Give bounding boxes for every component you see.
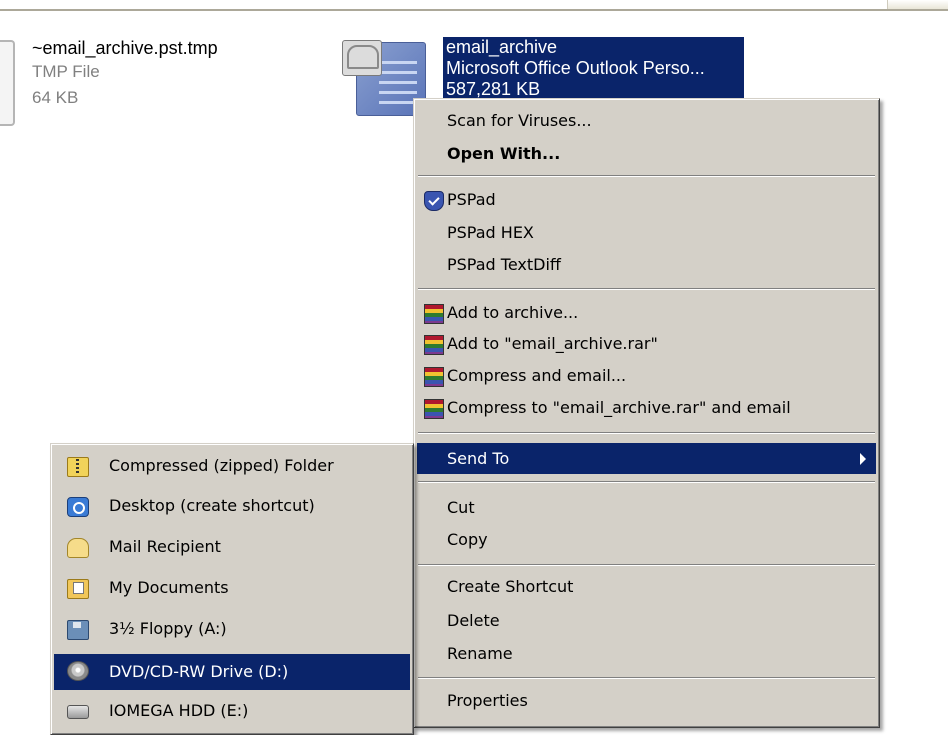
menu-separator (418, 175, 875, 177)
my-documents-icon (67, 579, 89, 599)
send-to-desktop[interactable]: Desktop (create shortcut) (54, 490, 410, 521)
menu-item-properties[interactable]: Properties (417, 685, 876, 716)
menu-item-scan-for-viruses[interactable]: Scan for Viruses... (417, 105, 876, 136)
menu-item-send-to[interactable]: Send To (417, 443, 876, 474)
file-size: 64 KB (32, 88, 79, 107)
menu-item-label: 3½ Floppy (A:) (109, 619, 227, 638)
menu-item-label: Cut (447, 498, 475, 517)
menu-item-label: Delete (447, 611, 500, 630)
floppy-drive-icon (67, 620, 89, 640)
menu-item-label: Send To (447, 449, 510, 468)
send-to-dvd-drive[interactable]: DVD/CD-RW Drive (D:) (54, 654, 410, 690)
menu-item-pspad-textdiff[interactable]: PSPad TextDiff (417, 249, 876, 280)
menu-item-label: Compress and email... (447, 366, 627, 385)
menu-item-label: Compressed (zipped) Folder (109, 456, 334, 475)
menu-separator (418, 677, 875, 679)
menu-item-label: Scan for Viruses... (447, 111, 592, 130)
menu-item-label: Mail Recipient (109, 537, 221, 556)
selected-file-label[interactable]: email_archive Microsoft Office Outlook P… (443, 37, 744, 100)
menu-item-pspad[interactable]: PSPad (417, 184, 876, 215)
menu-item-compress-to-rar-and-email[interactable]: Compress to "email_archive.rar" and emai… (417, 392, 876, 423)
menu-item-label: Create Shortcut (447, 577, 574, 596)
menu-item-label: DVD/CD-RW Drive (D:) (109, 662, 289, 681)
menu-item-open-with[interactable]: Open With... (417, 138, 876, 169)
context-menu: Scan for Viruses... Open With... PSPad P… (413, 98, 880, 728)
menu-item-label: Desktop (create shortcut) (109, 496, 315, 515)
file-size: 587,281 KB (446, 79, 541, 99)
file-type: TMP File (32, 62, 100, 81)
menu-item-label: Open With... (447, 144, 561, 163)
menu-item-label: Rename (447, 644, 513, 663)
menu-item-compress-and-email[interactable]: Compress and email... (417, 360, 876, 391)
mail-icon (67, 538, 89, 558)
menu-item-label: PSPad (447, 190, 496, 209)
hard-drive-icon (67, 705, 89, 719)
menu-item-label: Copy (447, 530, 488, 549)
send-to-iomega-hdd[interactable]: IOMEGA HDD (E:) (54, 695, 410, 726)
outlook-envelope-badge (342, 40, 382, 76)
menu-item-add-to-rar[interactable]: Add to "email_archive.rar" (417, 328, 876, 359)
winrar-icon (424, 335, 444, 355)
menu-item-label: PSPad HEX (447, 223, 534, 242)
menu-item-rename[interactable]: Rename (417, 638, 876, 669)
explorer-top-edge (0, 0, 948, 11)
send-to-floppy[interactable]: 3½ Floppy (A:) (54, 613, 410, 644)
send-to-mail-recipient[interactable]: Mail Recipient (54, 531, 410, 562)
menu-item-label: Add to "email_archive.rar" (447, 334, 658, 353)
menu-item-label: PSPad TextDiff (447, 255, 561, 274)
file-type: Microsoft Office Outlook Perso... (446, 58, 705, 78)
menu-item-create-shortcut[interactable]: Create Shortcut (417, 571, 876, 602)
file-name: email_archive (446, 37, 558, 57)
tmp-file-icon (0, 40, 15, 126)
winrar-icon (424, 399, 444, 419)
winrar-icon (424, 367, 444, 387)
send-to-my-documents[interactable]: My Documents (54, 572, 410, 603)
menu-item-label: IOMEGA HDD (E:) (109, 701, 249, 720)
send-to-compressed-folder[interactable]: Compressed (zipped) Folder (54, 450, 410, 481)
send-to-submenu: Compressed (zipped) Folder Desktop (crea… (50, 443, 414, 735)
menu-separator (418, 481, 875, 483)
menu-item-label: Add to archive... (447, 303, 579, 322)
pspad-icon (424, 191, 444, 211)
menu-item-pspad-hex[interactable]: PSPad HEX (417, 217, 876, 248)
menu-separator (418, 564, 875, 566)
winrar-icon (424, 304, 444, 324)
zipped-folder-icon (67, 457, 89, 477)
submenu-arrow-icon (860, 453, 866, 465)
menu-item-add-to-archive[interactable]: Add to archive... (417, 297, 876, 328)
menu-item-copy[interactable]: Copy (417, 524, 876, 555)
menu-item-delete[interactable]: Delete (417, 605, 876, 636)
desktop-icon (67, 497, 89, 517)
menu-item-cut[interactable]: Cut (417, 492, 876, 523)
menu-separator (418, 432, 875, 434)
menu-item-label: My Documents (109, 578, 229, 597)
dvd-drive-icon (67, 661, 89, 681)
menu-separator (418, 288, 875, 290)
file-name: ~email_archive.pst.tmp (32, 38, 218, 58)
menu-item-label: Compress to "email_archive.rar" and emai… (447, 398, 791, 417)
menu-item-label: Properties (447, 691, 528, 710)
window-grip (887, 0, 948, 9)
